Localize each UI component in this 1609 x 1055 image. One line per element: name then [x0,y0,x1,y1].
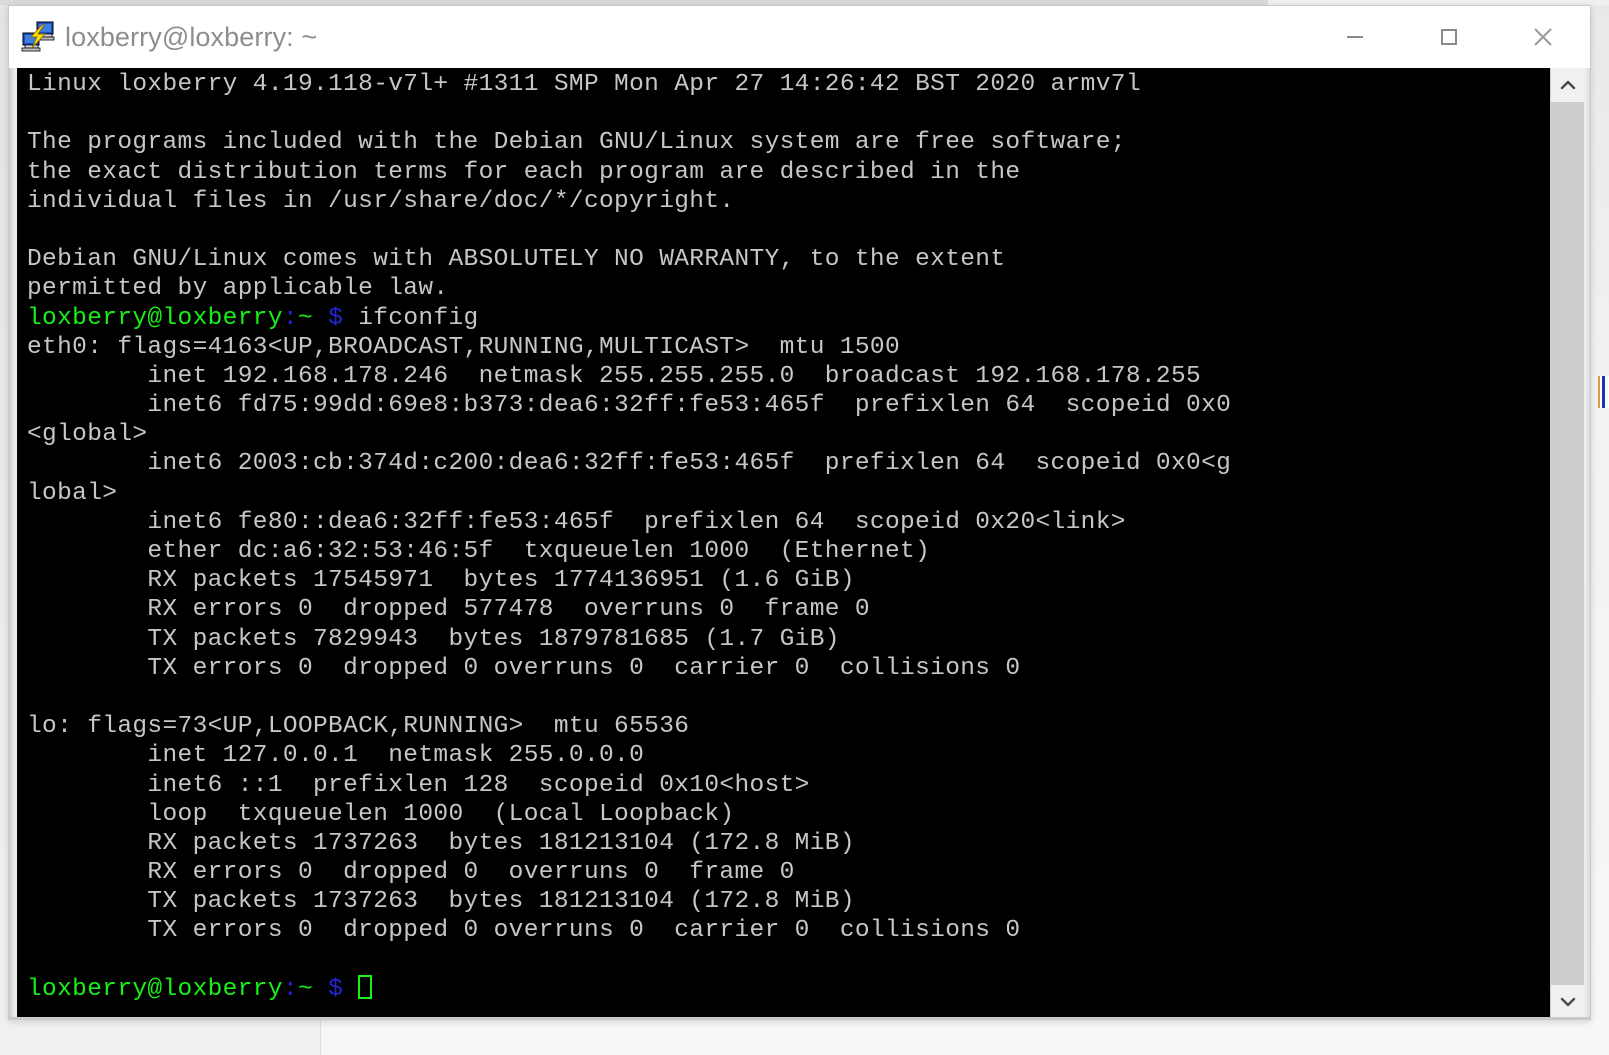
window-controls [1308,6,1590,68]
title-bar[interactable]: loxberry@loxberry: ~ [9,6,1590,68]
window-title: loxberry@loxberry: ~ [65,21,318,52]
close-button[interactable] [1496,6,1590,68]
maximize-button[interactable] [1402,6,1496,68]
putty-computers-icon [17,16,59,58]
window-bottom-border [9,1017,1590,1019]
terminal-right-border [1584,68,1590,1019]
scrollbar-up-button[interactable] [1551,68,1584,102]
minimize-button[interactable] [1308,6,1402,68]
terminal-area: Linux loxberry 4.19.118-v7l+ #1311 SMP M… [9,68,1590,1019]
terminal-left-border [9,68,17,1019]
terminal-screen[interactable]: Linux loxberry 4.19.118-v7l+ #1311 SMP M… [17,68,1550,1019]
background-window-edge [1598,376,1609,408]
scrollbar-track[interactable] [1551,102,1584,985]
terminal-scrollbar[interactable] [1550,68,1584,1019]
terminal-output: Linux loxberry 4.19.118-v7l+ #1311 SMP M… [27,71,1232,1003]
scrollbar-down-button[interactable] [1551,985,1584,1019]
putty-terminal-window: loxberry@loxberry: ~ Linux loxberry 4.19… [8,5,1591,1020]
